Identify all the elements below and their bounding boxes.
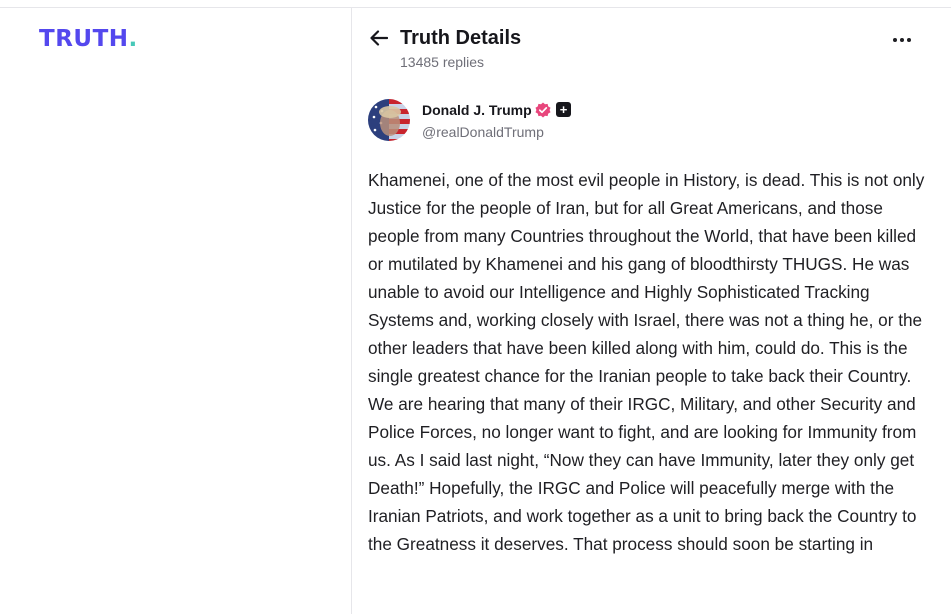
back-button[interactable] (368, 27, 390, 49)
truth-logo[interactable]: TRUTH. (39, 28, 138, 51)
logo-text: TRUTH (39, 26, 129, 52)
author-handle[interactable]: @realDonaldTrump (422, 124, 544, 141)
post-body: Khamenei, one of the most evil people in… (368, 170, 925, 554)
more-options-button[interactable] (890, 30, 914, 50)
page-title: Truth Details (400, 27, 522, 49)
column-divider (351, 7, 352, 614)
plus-badge-icon: + (556, 102, 571, 117)
reply-count: 13485 replies (400, 54, 485, 70)
logo-dot: . (128, 26, 138, 52)
avatar[interactable] (368, 99, 410, 141)
arrow-left-icon (370, 30, 388, 46)
avatar-image (368, 99, 410, 141)
verified-badge-icon (535, 102, 551, 118)
more-horizontal-icon (893, 38, 897, 42)
author-name[interactable]: Donald J. Trump (422, 102, 532, 119)
top-divider (0, 7, 951, 8)
